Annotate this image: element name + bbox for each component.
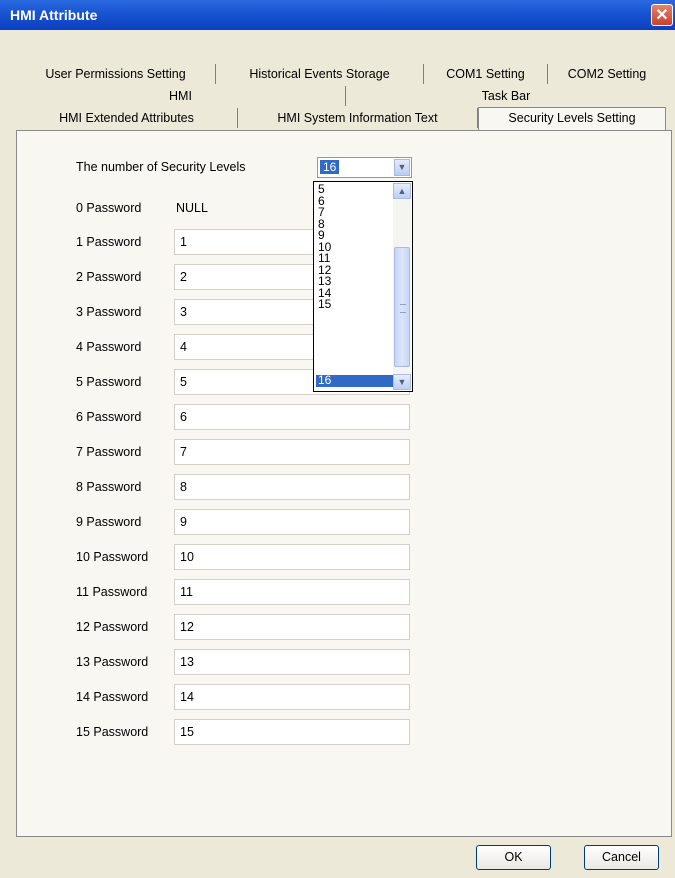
password-field[interactable]: 10 bbox=[174, 544, 410, 570]
tab-hmi-system-information-text[interactable]: HMI System Information Text bbox=[238, 108, 478, 128]
password-field[interactable]: 7 bbox=[174, 439, 410, 465]
tab-hmi-extended-attributes[interactable]: HMI Extended Attributes bbox=[16, 108, 238, 128]
password-label: 1 Password bbox=[76, 235, 142, 249]
password-0-label: 0 Password bbox=[76, 201, 142, 215]
cancel-button[interactable]: Cancel bbox=[584, 845, 659, 870]
password-label: 13 Password bbox=[76, 655, 149, 669]
security-levels-combo[interactable]: 16 ▼ bbox=[317, 157, 412, 178]
password-label: 14 Password bbox=[76, 690, 149, 704]
title-bar[interactable]: HMI Attribute ✕ bbox=[0, 0, 675, 30]
tab-com1-setting[interactable]: COM1 Setting bbox=[424, 64, 548, 84]
password-label: 5 Password bbox=[76, 375, 142, 389]
hmi-attribute-dialog: HMI Attribute ✕ User Permissions Setting… bbox=[0, 0, 675, 878]
dropdown-option-selected[interactable]: 16 bbox=[316, 374, 394, 387]
password-label: 4 Password bbox=[76, 340, 142, 354]
chevron-down-icon[interactable]: ▼ bbox=[394, 159, 410, 176]
dropdown-option[interactable]: 7 bbox=[316, 206, 394, 219]
tab-security-levels-setting[interactable]: Security Levels Setting bbox=[478, 107, 666, 130]
tab-task-bar[interactable]: Task Bar bbox=[346, 86, 666, 106]
dropdown-option[interactable]: 8 bbox=[316, 218, 394, 231]
scroll-down-icon[interactable]: ▼ bbox=[393, 374, 411, 390]
grip-icon bbox=[400, 304, 406, 313]
scroll-up-icon[interactable]: ▲ bbox=[393, 183, 411, 199]
password-field[interactable]: 11 bbox=[174, 579, 410, 605]
scroll-thumb[interactable] bbox=[394, 247, 410, 367]
password-label: 3 Password bbox=[76, 305, 142, 319]
security-levels-label: The number of Security Levels bbox=[76, 160, 246, 174]
password-label: 10 Password bbox=[76, 550, 149, 564]
password-label: 12 Password bbox=[76, 620, 149, 634]
window-title: HMI Attribute bbox=[10, 7, 98, 23]
password-field[interactable]: 15 bbox=[174, 719, 410, 745]
tab-row-2: HMI Task Bar bbox=[16, 86, 672, 106]
dropdown-option[interactable]: 5 bbox=[316, 183, 394, 196]
password-label: 6 Password bbox=[76, 410, 142, 424]
password-field[interactable]: 6 bbox=[174, 404, 410, 430]
tab-user-permissions-setting[interactable]: User Permissions Setting bbox=[16, 64, 216, 84]
password-label: 2 Password bbox=[76, 270, 142, 284]
password-label: 7 Password bbox=[76, 445, 142, 459]
tab-row-1: User Permissions Setting Historical Even… bbox=[16, 64, 672, 84]
password-label: 15 Password bbox=[76, 725, 149, 739]
close-icon[interactable]: ✕ bbox=[651, 4, 673, 26]
tab-com2-setting[interactable]: COM2 Setting bbox=[548, 64, 666, 84]
dropdown-option[interactable]: 15 bbox=[316, 298, 394, 311]
tab-row-3: HMI Extended Attributes HMI System Infor… bbox=[16, 107, 672, 130]
security-levels-dropdown[interactable]: 5 6 7 8 9 10 11 12 13 14 15 16 ▲ ▼ bbox=[313, 181, 413, 392]
dropdown-scrollbar[interactable]: ▲ ▼ bbox=[393, 183, 411, 390]
tab-historical-events-storage[interactable]: Historical Events Storage bbox=[216, 64, 424, 84]
tab-hmi[interactable]: HMI bbox=[16, 86, 346, 106]
password-label: 8 Password bbox=[76, 480, 142, 494]
security-levels-value: 16 bbox=[320, 160, 340, 174]
password-field[interactable]: 8 bbox=[174, 474, 410, 500]
password-field[interactable]: 9 bbox=[174, 509, 410, 535]
password-field[interactable]: 13 bbox=[174, 649, 410, 675]
password-field[interactable]: 12 bbox=[174, 614, 410, 640]
ok-button[interactable]: OK bbox=[476, 845, 551, 870]
password-field[interactable]: 14 bbox=[174, 684, 410, 710]
password-label: 9 Password bbox=[76, 515, 142, 529]
password-label: 11 Password bbox=[76, 585, 148, 599]
password-0-value: NULL bbox=[176, 201, 208, 215]
dropdown-option[interactable]: 6 bbox=[316, 195, 394, 208]
